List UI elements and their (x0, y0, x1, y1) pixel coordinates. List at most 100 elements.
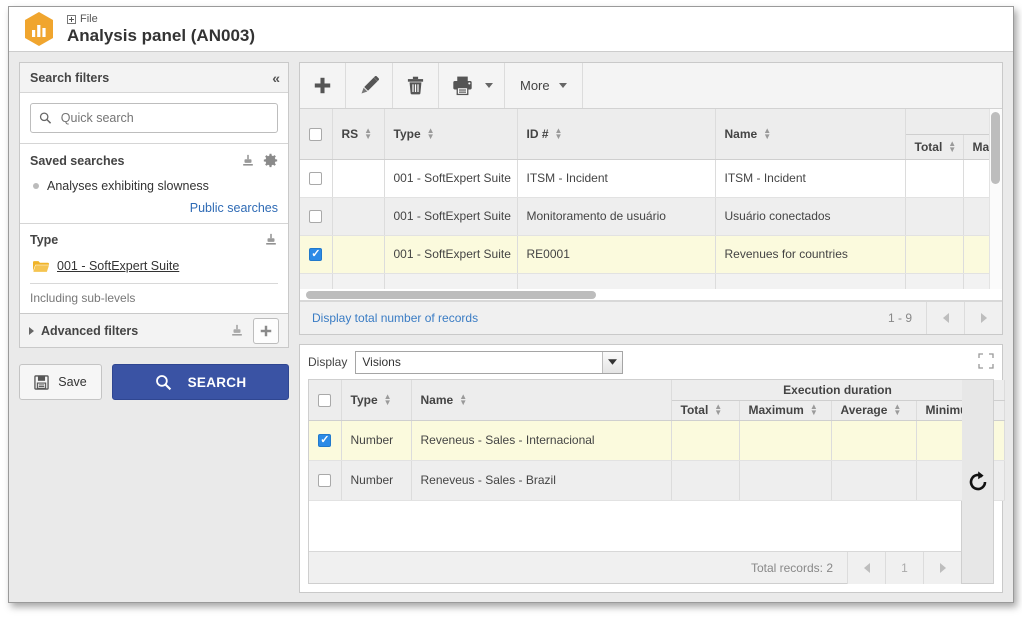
grid-horizontal-scrollbar-thumb[interactable] (306, 291, 596, 299)
page-number-button[interactable]: 1 (885, 551, 923, 584)
sort-icon[interactable]: ▲▼ (714, 403, 722, 417)
print-button-group[interactable] (439, 63, 505, 108)
breadcrumb[interactable]: File (67, 14, 255, 25)
row-checkbox[interactable] (309, 247, 323, 262)
column-header-name[interactable]: Name ▲ ▼ (411, 380, 672, 421)
search-input[interactable] (58, 110, 269, 126)
column-header-average[interactable]: Average ▲ ▼ (831, 400, 917, 421)
sort-icon[interactable]: ▲▼ (364, 126, 372, 140)
bar-chart-hex-icon (23, 11, 55, 47)
quick-search-box[interactable] (30, 103, 278, 133)
sort-icon[interactable]: ▲▼ (810, 403, 818, 417)
refresh-button[interactable] (962, 379, 994, 584)
sort-icon[interactable]: ▲▼ (555, 126, 563, 140)
print-button[interactable] (439, 63, 480, 108)
column-header-type[interactable]: Type ▲ ▼ (384, 109, 518, 160)
print-dropdown-toggle[interactable] (480, 63, 504, 108)
table-row[interactable]: Number Reveneus - Sales - Internacional (309, 420, 1005, 461)
edit-button[interactable] (346, 63, 393, 108)
next-page-button[interactable] (923, 551, 961, 584)
expand-icon[interactable] (978, 353, 994, 371)
previous-page-button[interactable] (926, 302, 964, 334)
table-row[interactable]: 001 - SoftExpert Suite RE0001 Revenues f… (300, 235, 1002, 274)
table-row-spacer (300, 273, 1002, 289)
page-header: File Analysis panel (AN003) (9, 7, 1013, 52)
delete-button[interactable] (393, 63, 439, 108)
add-filter-button[interactable] (253, 317, 279, 344)
spacer-cell (384, 273, 518, 289)
column-header-rs[interactable]: RS ▲ ▼ (332, 109, 385, 160)
grid-horizontal-scrollbar-track[interactable] (300, 289, 1002, 301)
search-filters-panel: Search filters « Saved searches (19, 62, 289, 314)
chevron-down-icon[interactable] (602, 351, 623, 373)
saved-search-item[interactable]: Analyses exhibiting slowness (30, 179, 278, 193)
search-filters-header: Search filters « (20, 63, 288, 93)
grid-vertical-scrollbar-thumb[interactable] (991, 112, 1000, 184)
column-group-header-execution-duration: Execution duration (671, 380, 1005, 401)
visions-grid: Type ▲ ▼ Name ▲ ▼ Execution duration Tot… (309, 380, 1005, 501)
cell-rs (332, 235, 385, 274)
eraser-icon[interactable] (264, 233, 278, 247)
plus-icon (314, 77, 331, 94)
column-label-type: Type (393, 126, 421, 141)
column-header-type[interactable]: Type ▲ ▼ (341, 380, 412, 421)
expand-plus-icon[interactable] (67, 15, 76, 24)
eraser-icon[interactable] (230, 324, 244, 338)
sort-icon[interactable]: ▲▼ (459, 392, 467, 406)
search-icon (155, 374, 171, 390)
select-all-header[interactable] (300, 109, 333, 160)
cell-total (905, 197, 964, 236)
display-total-records-link[interactable]: Display total number of records (312, 311, 478, 325)
row-checkbox-cell[interactable] (300, 197, 333, 236)
more-button[interactable]: More (505, 63, 583, 108)
row-checkbox-cell[interactable] (309, 420, 342, 461)
row-checkbox-cell[interactable] (309, 460, 342, 501)
sort-icon[interactable]: ▲▼ (893, 403, 901, 417)
sort-icon[interactable]: ▲▼ (763, 126, 771, 140)
row-checkbox[interactable] (318, 433, 332, 448)
column-header-maximum[interactable]: Maximum ▲ ▼ (739, 400, 832, 421)
next-page-button[interactable] (964, 302, 1002, 334)
cell-id: RE0001 (517, 235, 716, 274)
add-button[interactable] (300, 63, 346, 108)
table-row[interactable]: 001 - SoftExpert Suite Monitoramento de … (300, 197, 1002, 236)
row-checkbox[interactable] (309, 210, 323, 224)
grid-vertical-scrollbar-track[interactable] (989, 109, 1002, 289)
visions-grid-footer: Total records: 2 1 (309, 551, 961, 584)
row-checkbox-cell[interactable] (300, 235, 333, 274)
display-select[interactable]: Visions (355, 350, 624, 374)
type-filter-value[interactable]: 001 - SoftExpert Suite (57, 259, 179, 273)
sort-icon[interactable]: ▲▼ (384, 392, 392, 406)
select-all-checkbox[interactable] (309, 127, 323, 141)
sort-icon[interactable]: ▲▼ (427, 126, 435, 140)
row-checkbox[interactable] (318, 474, 332, 488)
column-header-total[interactable]: Total ▲ ▼ (905, 134, 964, 160)
previous-page-button[interactable] (847, 551, 885, 584)
eraser-icon[interactable] (241, 154, 255, 168)
select-all-header[interactable] (309, 380, 342, 421)
table-row[interactable]: 001 - SoftExpert Suite ITSM - Incident I… (300, 159, 1002, 198)
save-button[interactable]: Save (19, 364, 102, 400)
column-group-header (905, 109, 1002, 135)
triangle-right-icon[interactable] (29, 326, 34, 335)
gear-icon[interactable] (263, 153, 278, 168)
records-grid-scroll[interactable]: RS ▲ ▼ Type ▲ ▼ ID # ▲ ▼ Name ▲ ▼ Total … (300, 109, 1002, 289)
public-searches-link[interactable]: Public searches (30, 201, 278, 215)
pencil-icon (361, 75, 379, 93)
select-all-checkbox[interactable] (318, 393, 332, 407)
chevron-double-left-icon[interactable]: « (272, 70, 280, 86)
advanced-filters-bar[interactable]: Advanced filters (19, 314, 289, 348)
records-grid-footer: Display total number of records 1 - 9 (300, 301, 1002, 334)
column-header-total[interactable]: Total ▲ ▼ (671, 400, 740, 421)
row-checkbox[interactable] (309, 172, 323, 186)
refresh-icon (969, 470, 986, 490)
row-checkbox-cell[interactable] (300, 159, 333, 198)
column-header-id[interactable]: ID # ▲ ▼ (517, 109, 716, 160)
search-button[interactable]: SEARCH (112, 364, 289, 400)
page-title: Analysis panel (AN003) (67, 26, 256, 45)
search-button-label: SEARCH (187, 374, 247, 390)
table-row[interactable]: Number Reneveus - Sales - Brazil (309, 460, 1005, 501)
column-header-name[interactable]: Name ▲ ▼ (715, 109, 906, 160)
type-filter-value-row[interactable]: 001 - SoftExpert Suite (30, 259, 278, 273)
sort-icon[interactable]: ▲▼ (948, 139, 956, 153)
